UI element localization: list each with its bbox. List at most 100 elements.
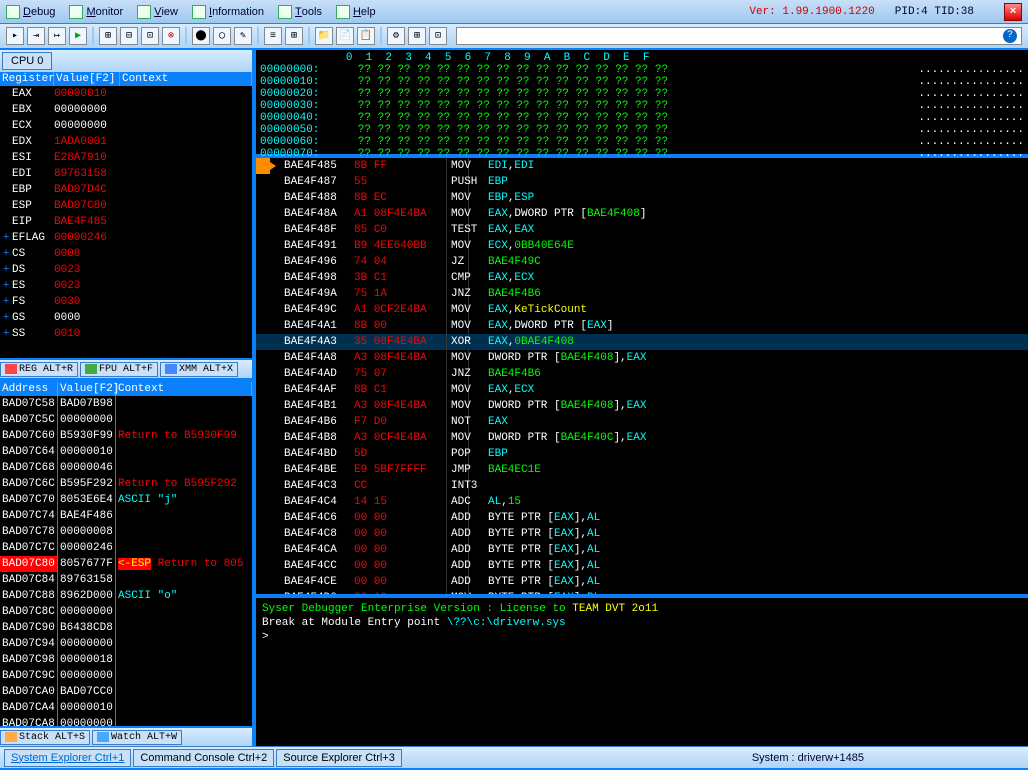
toolbar-btn-6[interactable]: ⊟ [120, 27, 138, 45]
tab-fpu[interactable]: FPU ALT+F [80, 362, 158, 377]
stack-row[interactable]: BAD07C708053E6E4ASCII "j" [0, 492, 252, 508]
disasm-row[interactable]: BAE4F4BD5DPOPEBP [256, 446, 1028, 462]
register-row[interactable]: ESPBAD07C80 [0, 198, 252, 214]
stack-panel[interactable]: BAD07C58BAD07B98BAD07C5C00000000BAD07C60… [0, 396, 252, 726]
register-row[interactable]: +CS0008 [0, 246, 252, 262]
stack-row[interactable]: BAD07C7800000008 [0, 524, 252, 540]
disasm-row[interactable]: BAE4F4A335 08F4E4BAXOREAX,0BAE4F408 [256, 334, 1028, 350]
toolbar-btn-7[interactable]: ⊡ [141, 27, 159, 45]
toolbar-btn-19[interactable]: ⊡ [429, 27, 447, 45]
disasm-row[interactable]: BAE4F48F85 C0TESTEAX,EAX [256, 222, 1028, 238]
toolbar-btn-3[interactable]: ↦ [48, 27, 66, 45]
toolbar-btn-2[interactable]: ⇥ [27, 27, 45, 45]
register-row[interactable]: EBX00000000 [0, 102, 252, 118]
stack-row[interactable]: BAD07C74BAE4F486 [0, 508, 252, 524]
hex-row[interactable]: 00000040: ?? ?? ?? ?? ?? ?? ?? ?? ?? ?? … [260, 112, 1024, 124]
menu-monitor[interactable]: Monitor [69, 5, 123, 19]
stack-row[interactable]: BAD07CA400000010 [0, 700, 252, 716]
stack-row[interactable]: BAD07CA800000000 [0, 716, 252, 726]
menu-debug[interactable]: DDebugebug [6, 5, 55, 19]
register-row[interactable]: +ES0023 [0, 278, 252, 294]
console-prompt[interactable]: > [262, 630, 1022, 644]
disasm-row[interactable]: BAE4F4CA00 00ADDBYTE PTR [EAX],AL [256, 542, 1028, 558]
tab-command-console[interactable]: Command Console Ctrl+2 [133, 749, 274, 767]
disasm-row[interactable]: BAE4F4B6F7 D0NOTEAX [256, 414, 1028, 430]
stack-row[interactable]: BAD07C90B6438CD8 [0, 620, 252, 636]
menu-tools[interactable]: Tools [278, 5, 322, 19]
hex-row[interactable]: 00000060: ?? ?? ?? ?? ?? ?? ?? ?? ?? ?? … [260, 136, 1024, 148]
disasm-row[interactable]: BAE4F4983B C1CMPEAX,ECX [256, 270, 1028, 286]
disasm-row[interactable]: BAE4F49674 04JZBAE4F49C [256, 254, 1028, 270]
toolbar-btn-8[interactable]: ⊗ [162, 27, 180, 45]
disasm-row[interactable]: BAE4F4888B ECMOVEBP,ESP [256, 190, 1028, 206]
disasm-row[interactable]: BAE4F4A8A3 08F4E4BAMOVDWORD PTR [BAE4F40… [256, 350, 1028, 366]
hex-dump[interactable]: 0 1 2 3 4 5 6 7 8 9 A B C D E F00000000:… [256, 50, 1028, 158]
disasm-row[interactable]: BAE4F49A75 1AJNZBAE4F4B6 [256, 286, 1028, 302]
stack-row[interactable]: BAD07C9C00000000 [0, 668, 252, 684]
disasm-row[interactable]: BAE4F4CC00 00ADDBYTE PTR [EAX],AL [256, 558, 1028, 574]
registers-panel[interactable]: EAX00000010EBX00000000ECX00000000EDX1ADA… [0, 86, 252, 358]
stack-row[interactable]: BAD07C9800000018 [0, 652, 252, 668]
menu-help[interactable]: Help [336, 5, 376, 19]
toolbar-btn-5[interactable]: ⊞ [99, 27, 117, 45]
stack-row[interactable]: BAD07C808057677F<-ESP Return to 805 [0, 556, 252, 572]
toolbar-btn-1[interactable]: ▸ [6, 27, 24, 45]
disasm-row[interactable]: BAE4F4D088 18MOVBYTE PTR [EAX],BL [256, 590, 1028, 594]
disasm-row[interactable]: BAE4F4BEE9 5BF7FFFFJMPBAE4EC1E [256, 462, 1028, 478]
stack-row[interactable]: BAD07C6400000010 [0, 444, 252, 460]
toolbar-btn-12[interactable]: ≡ [264, 27, 282, 45]
toolbar-btn-11[interactable]: ✎ [234, 27, 252, 45]
register-row[interactable]: +FS0030 [0, 294, 252, 310]
hex-row[interactable]: 00000050: ?? ?? ?? ?? ?? ?? ?? ?? ?? ?? … [260, 124, 1024, 136]
menu-information[interactable]: Information [192, 5, 264, 19]
toolbar-btn-9[interactable]: ⬤ [192, 27, 210, 45]
disasm-row[interactable]: BAE4F49CA1 0CF2E4BAMOVEAX,KeTickCount [256, 302, 1028, 318]
stack-row[interactable]: BAD07C6800000046 [0, 460, 252, 476]
hex-row[interactable]: 00000000: ?? ?? ?? ?? ?? ?? ?? ?? ?? ?? … [260, 64, 1024, 76]
register-row[interactable]: EAX00000010 [0, 86, 252, 102]
tab-system-explorer[interactable]: System Explorer Ctrl+1 [4, 749, 131, 767]
register-row[interactable]: +SS0010 [0, 326, 252, 342]
console-panel[interactable]: Syser Debugger Enterprise Version : Lice… [256, 594, 1028, 746]
hex-row[interactable]: 00000020: ?? ?? ?? ?? ?? ?? ?? ?? ?? ?? … [260, 88, 1024, 100]
disasm-row[interactable]: BAE4F48755PUSHEBP [256, 174, 1028, 190]
menu-view[interactable]: View [137, 5, 178, 19]
disasm-row[interactable]: BAE4F4C3CCINT3 [256, 478, 1028, 494]
stack-row[interactable]: BAD07CA0BAD07CC0 [0, 684, 252, 700]
disasm-row[interactable]: BAE4F4C800 00ADDBYTE PTR [EAX],AL [256, 526, 1028, 542]
stack-row[interactable]: BAD07C888962D000ASCII "o" [0, 588, 252, 604]
disasm-row[interactable]: BAE4F4AF8B C1MOVEAX,ECX [256, 382, 1028, 398]
register-row[interactable]: EDI89763158 [0, 166, 252, 182]
stack-row[interactable]: BAD07C6CB595F292Return to B595F292 [0, 476, 252, 492]
tab-xmm[interactable]: XMM ALT+X [160, 362, 238, 377]
stack-row[interactable]: BAD07C8C00000000 [0, 604, 252, 620]
disasm-row[interactable]: BAE4F4B1A3 08F4E4BAMOVDWORD PTR [BAE4F40… [256, 398, 1028, 414]
hex-row[interactable]: 00000030: ?? ?? ?? ?? ?? ?? ?? ?? ?? ?? … [260, 100, 1024, 112]
toolbar-btn-18[interactable]: ⊞ [408, 27, 426, 45]
register-row[interactable]: EBPBAD07D4C [0, 182, 252, 198]
stack-row[interactable]: BAD07C60B5930F99Return to B5930F99 [0, 428, 252, 444]
stack-row[interactable]: BAD07C7C00000246 [0, 540, 252, 556]
stack-row[interactable]: BAD07C9400000000 [0, 636, 252, 652]
toolbar-btn-14[interactable]: 📁 [315, 27, 333, 45]
disasm-row[interactable]: BAE4F48AA1 08F4E4BAMOVEAX,DWORD PTR [BAE… [256, 206, 1028, 222]
toolbar-btn-13[interactable]: ⊞ [285, 27, 303, 45]
cpu-tab[interactable]: CPU 0 [2, 52, 52, 70]
disasm-row[interactable]: BAE4F4CE00 00ADDBYTE PTR [EAX],AL [256, 574, 1028, 590]
toolbar-search[interactable]: ? [456, 27, 1022, 45]
tab-reg[interactable]: REG ALT+R [0, 362, 78, 377]
disasm-row[interactable]: BAE4F4AD75 07JNZBAE4F4B6 [256, 366, 1028, 382]
stack-row[interactable]: BAD07C58BAD07B98 [0, 396, 252, 412]
disasm-row[interactable]: BAE4F4C414 15ADCAL,15 [256, 494, 1028, 510]
register-row[interactable]: +GS0000 [0, 310, 252, 326]
tab-source-explorer[interactable]: Source Explorer Ctrl+3 [276, 749, 402, 767]
toolbar-btn-4[interactable]: ▶ [69, 27, 87, 45]
tab-stack[interactable]: Stack ALT+S [0, 730, 90, 745]
register-row[interactable]: +DS0023 [0, 262, 252, 278]
register-row[interactable]: EDX1ADA0001 [0, 134, 252, 150]
disassembly-panel[interactable]: BAE4F4858B FFMOVEDI,EDIBAE4F48755PUSHEBP… [256, 158, 1028, 594]
disasm-row[interactable]: BAE4F4858B FFMOVEDI,EDI [256, 158, 1028, 174]
register-row[interactable]: ECX00000000 [0, 118, 252, 134]
toolbar-btn-10[interactable]: ◯ [213, 27, 231, 45]
disasm-row[interactable]: BAE4F4B8A3 0CF4E4BAMOVDWORD PTR [BAE4F40… [256, 430, 1028, 446]
